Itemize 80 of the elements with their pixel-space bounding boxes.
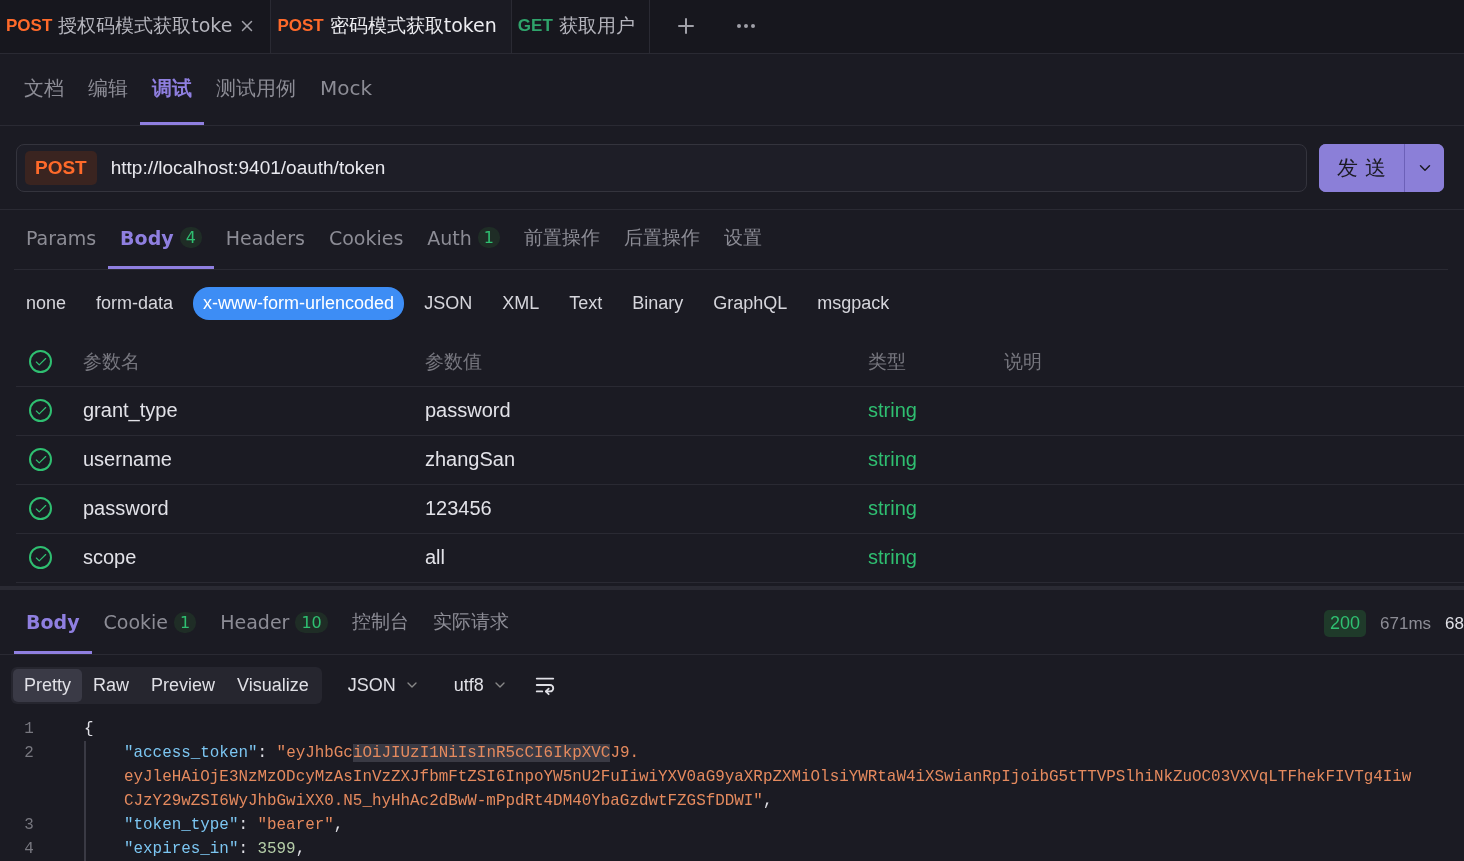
body-type-option[interactable]: Binary [622,287,694,321]
body-type-option[interactable]: GraphQL [703,287,798,321]
code-line: "access_token": "eyJhbGciOiJIUzI1NiIsInR5cCI6IkpXVCJ9. [84,741,639,765]
section-tab[interactable]: Headers [213,210,317,269]
param-type: string [868,399,918,423]
tab-label: Cookie [103,611,169,634]
section-tab[interactable]: Auth 1 [415,210,513,269]
param-name: username [83,448,173,472]
view-tab[interactable]: 文档 [12,53,76,126]
section-tab[interactable]: Params [14,210,109,269]
body-type-option[interactable]: Text [559,287,613,321]
checkbox[interactable] [29,546,52,570]
body-type-option[interactable]: form-data [86,287,184,321]
section-tab[interactable]: 设置 [712,210,775,269]
response-time: 671ms [1380,613,1432,634]
line-number: 3 [23,816,35,834]
view-tab[interactable]: 调试 [140,53,204,126]
count-badge: 1 [477,227,501,249]
body-type-option[interactable]: none [16,287,77,321]
response-tab[interactable]: 控制台 [339,593,421,655]
param-name: scope [83,546,138,570]
column-header: 参数值 [425,348,483,374]
tab-label: Body [120,226,174,249]
param-type: string [868,448,918,472]
body-type-option[interactable]: msgpack [807,287,900,321]
encoding-select[interactable]: utf8 [445,674,516,696]
response-tab[interactable]: Body [14,593,92,655]
view-mode-button[interactable]: Pretty [13,668,82,702]
section-tab[interactable]: 后置操作 [612,210,713,269]
line-number: 2 [23,744,35,762]
code-line: "token_type": "bearer", [84,813,344,837]
format-select[interactable]: JSON [339,674,428,696]
checkbox[interactable] [29,448,52,472]
url-text: http://localhost:9401/oauth/token [110,156,386,179]
body-type-option[interactable]: XML [492,287,550,321]
body-type-option[interactable]: JSON [414,287,483,321]
column-header: 类型 [868,348,907,374]
param-name: grant_type [83,399,179,423]
checkbox[interactable] [29,497,52,521]
param-type: string [868,546,918,570]
status-code: 200 [1324,610,1367,638]
column-header: 说明 [1004,348,1043,374]
line-number: 4 [23,840,35,858]
view-tab[interactable]: Mock [308,53,385,126]
view-mode-button[interactable]: Raw [82,668,141,702]
column-header: 参数名 [83,348,141,374]
tab-label: Header [220,611,290,634]
param-value: all [425,546,446,570]
tab-label: Auth [427,226,472,249]
section-tab[interactable]: 前置操作 [512,210,613,269]
view-tab[interactable]: 编辑 [76,53,140,126]
view-mode-button[interactable]: Preview [140,668,227,702]
code-line: { [84,719,94,740]
param-value: zhangSan [425,448,517,472]
view-mode-button[interactable]: Visualize [226,668,320,702]
response-tab[interactable]: Header 10 [208,593,340,655]
url-field[interactable]: POST http://localhost:9401/oauth/token [16,143,1308,192]
code-line: eyJleHAiOjE3NzMzODcyMzAsInVzZXJfbmFtZSI6InpoYW5nU2FuIiwiYXV0aG9yaXRpZXMiOlsiYWRtaW4iXSwianRpIjoibG5tTTVPSlhiNkZuOC03VXVqLTFhekFIVTg4Iiw [84,765,1412,789]
param-value: password [425,399,512,423]
count-badge: 4 [179,227,202,249]
param-type: string [868,497,918,521]
checkbox[interactable] [29,399,52,423]
response-tab[interactable]: Cookie 1 [91,593,209,655]
view-tab[interactable]: 测试用例 [204,53,308,126]
body-type-option[interactable]: x-www-form-urlencoded [193,287,405,321]
method-badge[interactable]: POST [25,150,97,185]
param-value: 123456 [425,497,493,521]
response-size: 68 [1445,613,1464,634]
response-tab[interactable]: 实际请求 [420,593,521,655]
count-badge: 10 [295,611,328,633]
section-tab[interactable]: Body 4 [108,210,214,269]
checkbox[interactable] [29,350,52,374]
code-line: CJzY29wZSI6WyJhbGwiXX0.N5_hyHhAc2dBwW-mPpdRt4DM40YbaGzdwtFZGSfDDWI", [84,789,773,813]
param-name: password [83,497,170,521]
count-badge: 1 [174,611,197,633]
section-tab[interactable]: Cookies [316,210,416,269]
code-line: "expires_in": 3599, [84,837,306,861]
request-tab[interactable]: POST 密码模式获取token [271,0,512,53]
send-dropdown-button[interactable] [1404,143,1444,192]
line-number: 1 [23,720,35,738]
